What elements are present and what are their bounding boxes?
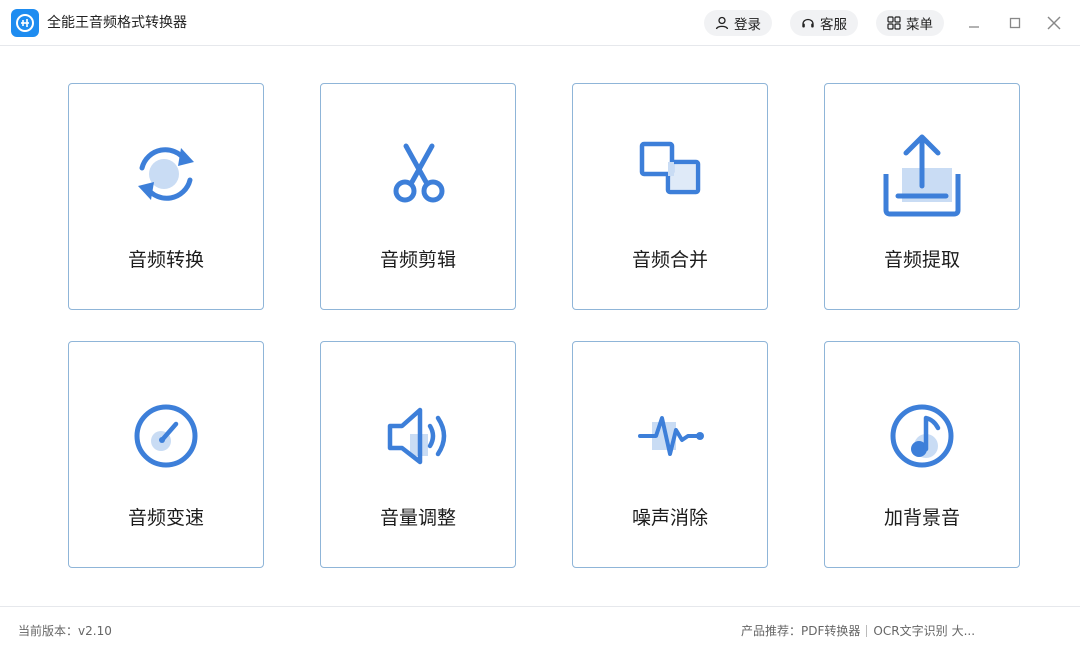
menu-button[interactable]: 菜单 [876,10,944,36]
customer-service-button[interactable]: 客服 [790,10,858,36]
tool-label: 音频合并 [631,249,708,271]
tool-label: 加背景音 [883,507,960,529]
app-logo-icon [11,9,39,37]
menu-label: 菜单 [906,17,933,33]
recommend-label: 产品推荐： [741,624,802,638]
tool-card-audio-cut[interactable]: 音频剪辑 [320,83,516,310]
version-label: 当前版本： [18,624,79,638]
recommend-link-pdf[interactable]: PDF转换器 [801,622,860,639]
minimize-button[interactable] [963,12,985,34]
grid-menu-icon [887,16,901,30]
maximize-icon [1009,17,1021,29]
login-button[interactable]: 登录 [704,10,772,36]
maximize-button[interactable] [1004,12,1026,34]
tool-card-audio-extract[interactable]: 音频提取 [824,83,1020,310]
merge-icon [573,136,767,212]
tool-card-add-background-music[interactable]: 加背景音 [824,341,1020,568]
title-bar: 全能王音频格式转换器 登录 客服 菜单 [0,0,1080,46]
service-label: 客服 [820,17,847,33]
headset-icon [802,18,814,28]
tool-label: 音频剪辑 [379,249,456,271]
tool-label: 音量调整 [379,507,456,529]
minimize-icon [969,26,979,28]
divider [866,624,868,637]
tool-card-noise-removal[interactable]: 噪声消除 [572,341,768,568]
tool-card-audio-convert[interactable]: 音频转换 [68,83,264,310]
audio-convert-icon [69,136,263,212]
scissors-icon [321,136,515,212]
close-icon [1047,16,1061,30]
version-info: 当前版本：v2.10 [18,622,112,639]
recommend-link-ocr[interactable]: OCR文字识别 [873,622,947,639]
tool-card-audio-merge[interactable]: 音频合并 [572,83,768,310]
tool-label: 音频变速 [127,507,204,529]
version-value: v2.10 [78,624,112,638]
user-icon [715,16,729,30]
extract-upload-icon [825,134,1019,217]
tool-label: 噪声消除 [631,507,708,529]
tool-card-volume[interactable]: 音量调整 [320,341,516,568]
speed-dial-icon [69,398,263,474]
tool-label: 音频提取 [883,249,960,271]
login-label: 登录 [734,17,761,33]
product-recommendations: 产品推荐： PDF转换器 OCR文字识别 大... [741,622,975,639]
status-bar: 当前版本：v2.10 产品推荐： PDF转换器 OCR文字识别 大... [0,606,1080,648]
music-note-icon [825,398,1019,474]
volume-icon [321,398,515,474]
close-button[interactable] [1043,12,1065,34]
app-title: 全能王音频格式转换器 [47,15,187,31]
tool-card-audio-speed[interactable]: 音频变速 [68,341,264,568]
recommend-link-more[interactable]: 大... [952,622,975,639]
pulse-wave-icon [573,398,767,474]
tool-label: 音频转换 [127,249,204,271]
